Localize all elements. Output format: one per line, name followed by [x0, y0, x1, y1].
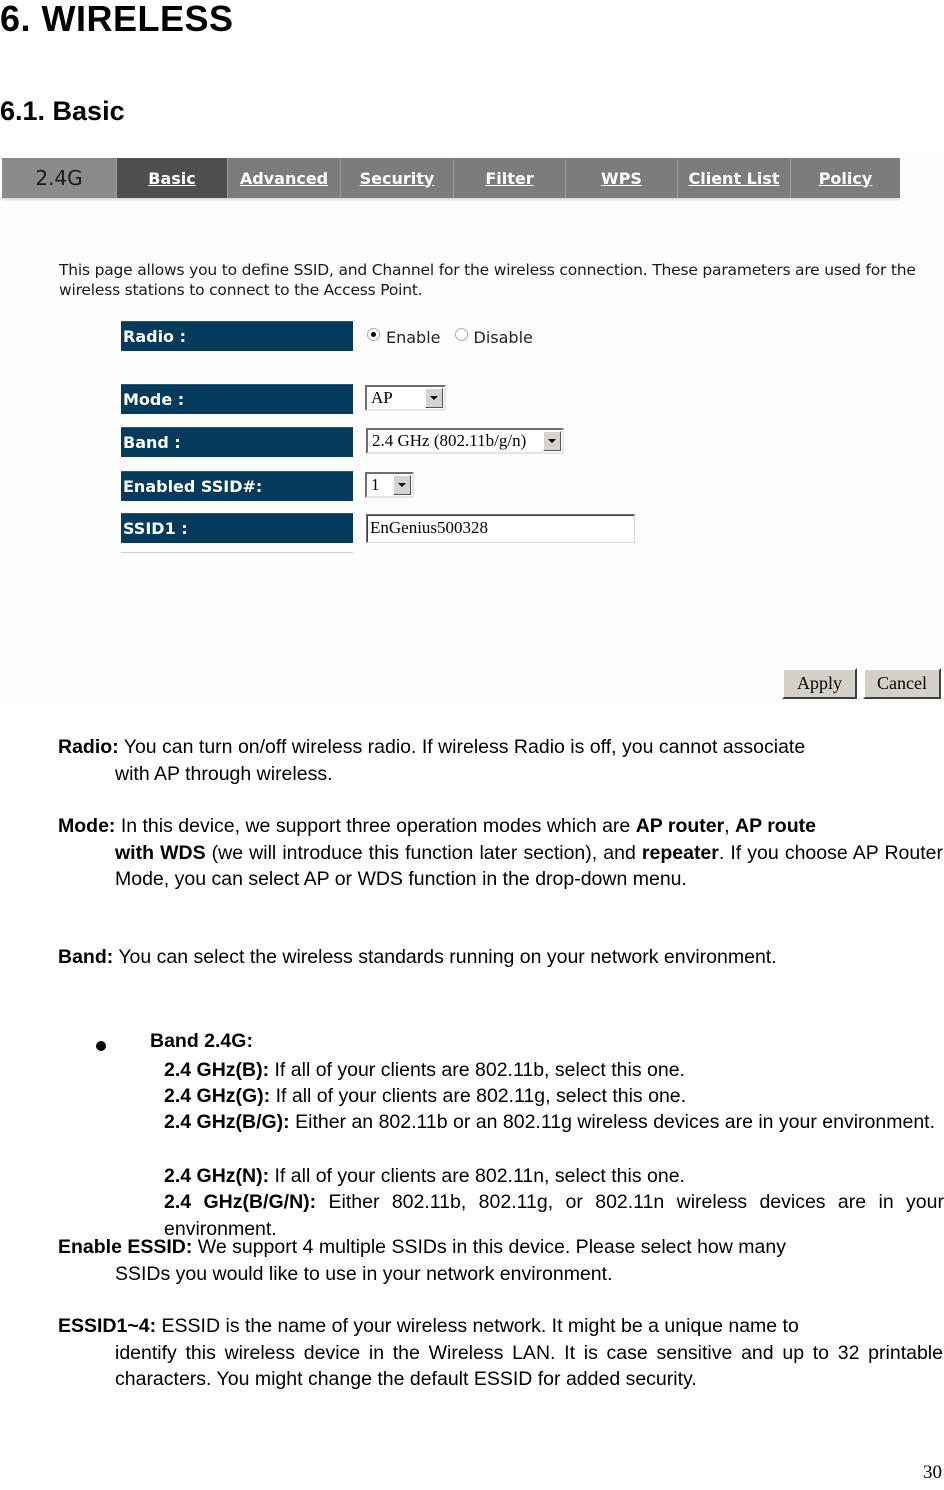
enable-essid-text: We support 4 multiple SSIDs in this devi… — [192, 1236, 786, 1258]
form-divider — [121, 552, 353, 553]
essid-description: ESSID1~4: ESSID is the name of your wire… — [58, 1313, 943, 1393]
radio-text-continued: with AP through wireless. — [115, 762, 333, 785]
mode-text-continued: with WDS (we will introduce this functio… — [58, 840, 943, 893]
band-option-term: 2.4 GHz(B): — [164, 1059, 270, 1081]
chapter-heading: 6. WIRELESS — [0, 0, 234, 39]
apply-button[interactable]: Apply — [782, 668, 857, 699]
tab-security[interactable]: Security — [341, 158, 454, 198]
essid-text-continued: identify this wireless device in the Wir… — [115, 1341, 943, 1391]
band-label: Band : — [121, 427, 353, 457]
radio-term: Radio: — [58, 736, 119, 758]
band-option-text: If all of your clients are 802.11n, sele… — [269, 1165, 685, 1187]
tab-filter[interactable]: Filter — [454, 158, 566, 198]
band-text: You can select the wireless standards ru… — [113, 946, 777, 968]
chevron-down-icon[interactable] — [425, 388, 443, 408]
essid-text: ESSID is the name of your wireless netwo… — [156, 1315, 799, 1337]
enabled-ssid-select-value: 1 — [371, 475, 380, 494]
enable-essid-term: Enable ESSID: — [58, 1236, 193, 1258]
tab-basic[interactable]: Basic — [117, 158, 228, 198]
band-option: 2.4 GHz(G): If all of your clients are 8… — [164, 1083, 944, 1110]
mode-select-value: AP — [371, 388, 393, 407]
band-select[interactable]: 2.4 GHz (802.11b/g/n) — [366, 428, 564, 454]
chevron-down-icon[interactable] — [543, 431, 561, 451]
band-option-text: Either an 802.11b or an 802.11g wireless… — [289, 1111, 936, 1133]
mode-sep: , — [724, 815, 736, 837]
ssid1-input[interactable]: EnGenius500328 — [366, 514, 635, 543]
enable-essid-text-continued: SSIDs you would like to use in your netw… — [115, 1262, 613, 1285]
band-option-text: If all of your clients are 802.11g, sele… — [270, 1085, 687, 1107]
tab-advanced[interactable]: Advanced — [228, 158, 341, 198]
intro-text: This page allows you to define SSID, and… — [59, 261, 916, 299]
band-option: 2.4 GHz(B): If all of your clients are 8… — [164, 1057, 944, 1084]
bullet-icon — [96, 1041, 106, 1051]
radio-description: Radio: You can turn on/off wireless radi… — [58, 734, 943, 787]
mode-ap-router-wds-b: with WDS — [115, 841, 206, 864]
mode-text: In this device, we support three operati… — [115, 815, 636, 837]
band-option: 2.4 GHz(N): If all of your clients are 8… — [164, 1163, 944, 1190]
tab-wps[interactable]: WPS — [566, 158, 678, 198]
radio-enable-button[interactable] — [367, 328, 380, 341]
band-term: Band: — [58, 946, 114, 968]
mode-repeater: repeater — [641, 841, 719, 864]
mode-ap-router: AP router — [635, 815, 725, 837]
enabled-ssid-select[interactable]: 1 — [365, 472, 414, 498]
section-heading: 6.1. Basic — [0, 96, 125, 126]
radio-enable-label: Enable — [386, 328, 441, 347]
band-description: Band: You can select the wireless standa… — [58, 944, 943, 971]
band-option-term: 2.4 GHz(B/G/N): — [164, 1191, 317, 1213]
band-option-text: If all of your clients are 802.11b, sele… — [269, 1059, 685, 1081]
page-number: 30 — [923, 1462, 942, 1483]
mode-ap-router-wds-a: AP route — [735, 815, 816, 837]
essid-term: ESSID1~4: — [58, 1315, 157, 1337]
radio-label: Radio : — [121, 321, 353, 351]
mode-select[interactable]: AP — [365, 385, 446, 411]
band-select-value: 2.4 GHz (802.11b/g/n) — [372, 431, 527, 450]
tab-bar: 2.4G Basic Advanced Security Filter WPS … — [2, 158, 900, 198]
band-option-term: 2.4 GHz(N): — [164, 1165, 270, 1187]
mode-term: Mode: — [58, 815, 116, 837]
chevron-down-icon[interactable] — [393, 475, 411, 495]
band-2-4g-heading: Band 2.4G: — [150, 1030, 253, 1052]
tab-band-2-4g[interactable]: 2.4G — [2, 158, 117, 198]
radio-text: You can turn on/off wireless radio. If w… — [118, 736, 806, 758]
tab-client-list[interactable]: Client List — [678, 158, 791, 198]
router-ui-screenshot: 2.4G Basic Advanced Security Filter WPS … — [0, 156, 944, 702]
ssid1-label: SSID1 : — [121, 513, 353, 543]
radio-options: Enable Disable — [367, 328, 547, 347]
band-option-term: 2.4 GHz(B/G): — [164, 1111, 290, 1133]
cancel-button[interactable]: Cancel — [863, 668, 941, 699]
mode-label: Mode : — [121, 384, 353, 414]
radio-disable-label: Disable — [473, 328, 533, 347]
band-option-term: 2.4 GHz(G): — [164, 1085, 271, 1107]
mode-text-c: (we will introduce this function later s… — [205, 841, 642, 864]
radio-disable-button[interactable] — [454, 328, 468, 341]
tab-policy[interactable]: Policy — [791, 158, 900, 198]
enable-essid-description: Enable ESSID: We support 4 multiple SSID… — [58, 1234, 943, 1287]
band-option: 2.4 GHz(B/G): Either an 802.11b or an 80… — [164, 1109, 944, 1136]
enabled-ssid-label: Enabled SSID#: — [121, 471, 353, 501]
mode-description: Mode: In this device, we support three o… — [58, 813, 943, 893]
